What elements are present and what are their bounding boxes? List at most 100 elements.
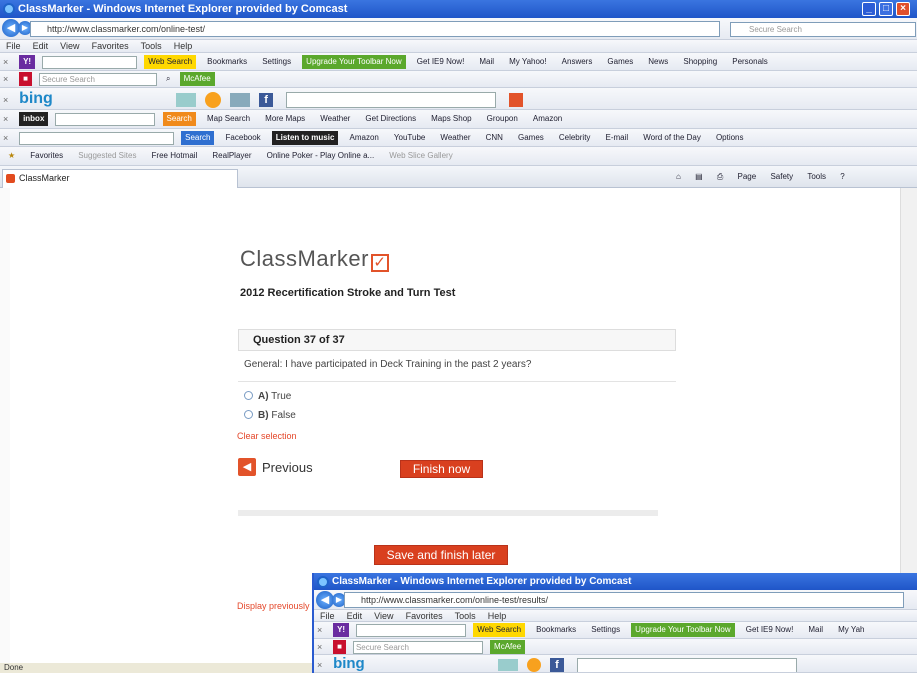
bookmarks-button[interactable]: Bookmarks (532, 623, 580, 637)
word-of-day-link[interactable]: Word of the Day (639, 131, 705, 145)
groupon-button[interactable]: Groupon (483, 112, 522, 126)
close-toolbar-icon[interactable]: × (3, 129, 13, 146)
bing-search-input[interactable] (576, 657, 797, 672)
bing-search-icon[interactable] (509, 93, 524, 108)
listen-music-button[interactable]: Listen to music (271, 131, 339, 146)
close-toolbar-icon[interactable]: × (317, 639, 327, 654)
web-slice-gallery-link[interactable]: Web Slice Gallery (385, 149, 456, 163)
inbox-search-button[interactable]: Search (162, 112, 196, 127)
radio-button[interactable] (244, 391, 253, 400)
search-icon[interactable]: ⌕ (164, 72, 172, 86)
email-link[interactable]: E-mail (601, 131, 632, 145)
get-ie9-button[interactable]: Get IE9 Now! (413, 55, 469, 69)
menu-edit[interactable]: Edit (33, 41, 49, 51)
free-hotmail-link[interactable]: Free Hotmail (148, 149, 202, 163)
minimize-button[interactable]: _ (862, 2, 876, 16)
display-previously-answered-link[interactable]: Display previously a (237, 601, 317, 611)
settings-button[interactable]: Settings (587, 623, 624, 637)
map-search-button[interactable]: Map Search (203, 112, 254, 126)
inbox-button[interactable]: inbox (19, 112, 49, 127)
mail-button[interactable]: Mail (475, 55, 498, 69)
page-menu[interactable]: Page (734, 170, 761, 184)
secure-search-input[interactable]: Secure Search (38, 72, 157, 86)
menu-edit[interactable]: Edit (347, 611, 363, 621)
bing-search-input[interactable] (286, 92, 497, 109)
news-button[interactable]: News (644, 55, 672, 69)
print-icon[interactable]: ⎙ (713, 170, 727, 184)
browser-search-input[interactable]: Secure Search (730, 22, 916, 37)
web-search-button[interactable]: Web Search (144, 55, 197, 70)
save-and-finish-later-button[interactable]: Save and finish later (374, 545, 508, 565)
answers-button[interactable]: Answers (558, 55, 597, 69)
my-yahoo-button[interactable]: My Yahoo! (505, 55, 551, 69)
previous-arrow-icon[interactable]: ◀ (238, 458, 256, 476)
clear-selection-link[interactable]: Clear selection (237, 431, 297, 441)
tools-menu[interactable]: Tools (803, 170, 830, 184)
games-link[interactable]: Games (514, 131, 548, 145)
news-search-button[interactable]: Search (181, 131, 215, 146)
games-button[interactable]: Games (603, 55, 637, 69)
close-button[interactable]: × (896, 2, 910, 16)
close-toolbar-icon[interactable]: × (3, 89, 13, 109)
yahoo-search-input[interactable] (356, 623, 467, 637)
web-search-button[interactable]: Web Search (473, 623, 526, 638)
mcafee-button[interactable]: McAfee (179, 72, 215, 87)
menu-view[interactable]: View (374, 611, 393, 621)
settings-button[interactable]: Settings (258, 55, 295, 69)
cnn-link[interactable]: CNN (482, 131, 507, 145)
favorites-button[interactable]: Favorites (26, 149, 67, 163)
yahoo-search-input[interactable] (42, 55, 138, 69)
maximize-button[interactable]: □ (879, 2, 893, 16)
secure-search-input[interactable]: Secure Search (352, 640, 483, 654)
home-icon[interactable]: ⌂ (672, 170, 685, 184)
celebrity-link[interactable]: Celebrity (555, 131, 595, 145)
close-toolbar-icon[interactable]: × (3, 53, 13, 70)
online-poker-link[interactable]: Online Poker - Play Online a... (263, 149, 379, 163)
bookmarks-button[interactable]: Bookmarks (203, 55, 251, 69)
menu-file[interactable]: File (6, 41, 21, 51)
menu-help[interactable]: Help (488, 611, 507, 621)
safety-menu[interactable]: Safety (766, 170, 797, 184)
facebook-icon[interactable]: f (549, 658, 564, 672)
amazon-button[interactable]: Amazon (529, 112, 566, 126)
get-directions-button[interactable]: Get Directions (361, 112, 420, 126)
weather-link[interactable]: Weather (436, 131, 474, 145)
menu-favorites[interactable]: Favorites (92, 41, 129, 51)
option-a[interactable]: A) True (244, 391, 291, 402)
option-b[interactable]: B) False (244, 410, 296, 421)
menu-tools[interactable]: Tools (455, 611, 476, 621)
youtube-link[interactable]: YouTube (390, 131, 429, 145)
close-toolbar-icon[interactable]: × (317, 622, 327, 638)
radio-button[interactable] (244, 410, 253, 419)
news-search-input[interactable] (19, 131, 175, 145)
close-toolbar-icon[interactable]: × (3, 71, 13, 87)
my-yahoo-button[interactable]: My Yah (834, 623, 868, 637)
close-toolbar-icon[interactable]: × (317, 656, 327, 672)
second-url-input[interactable]: http://www.classmarker.com/online-test/r… (344, 592, 904, 608)
mcafee-button[interactable]: McAfee (490, 640, 526, 654)
help-icon[interactable]: ? (836, 170, 848, 184)
get-ie9-button[interactable]: Get IE9 Now! (742, 623, 798, 637)
menu-tools[interactable]: Tools (141, 41, 162, 51)
previous-link[interactable]: Previous (262, 460, 313, 475)
menu-file[interactable]: File (320, 611, 335, 621)
realplayer-link[interactable]: RealPlayer (208, 149, 255, 163)
upgrade-toolbar-button[interactable]: Upgrade Your Toolbar Now (302, 55, 406, 70)
amazon-link[interactable]: Amazon (346, 131, 383, 145)
upgrade-toolbar-button[interactable]: Upgrade Your Toolbar Now (631, 623, 735, 638)
facebook-icon[interactable]: f (259, 93, 274, 108)
personals-button[interactable]: Personals (728, 55, 772, 69)
finish-now-button[interactable]: Finish now (400, 460, 483, 478)
inbox-search-input[interactable] (55, 112, 156, 126)
menu-favorites[interactable]: Favorites (406, 611, 443, 621)
menu-view[interactable]: View (60, 41, 79, 51)
more-maps-button[interactable]: More Maps (261, 112, 309, 126)
maps-shop-button[interactable]: Maps Shop (427, 112, 475, 126)
weather-button[interactable]: Weather (316, 112, 354, 126)
feeds-icon[interactable]: ▤ (691, 170, 707, 184)
facebook-button[interactable]: Facebook (222, 131, 265, 145)
close-toolbar-icon[interactable]: × (3, 110, 13, 128)
tab-classmarker[interactable]: ClassMarker (2, 169, 238, 188)
options-link[interactable]: Options (712, 131, 748, 145)
shopping-button[interactable]: Shopping (679, 55, 721, 69)
